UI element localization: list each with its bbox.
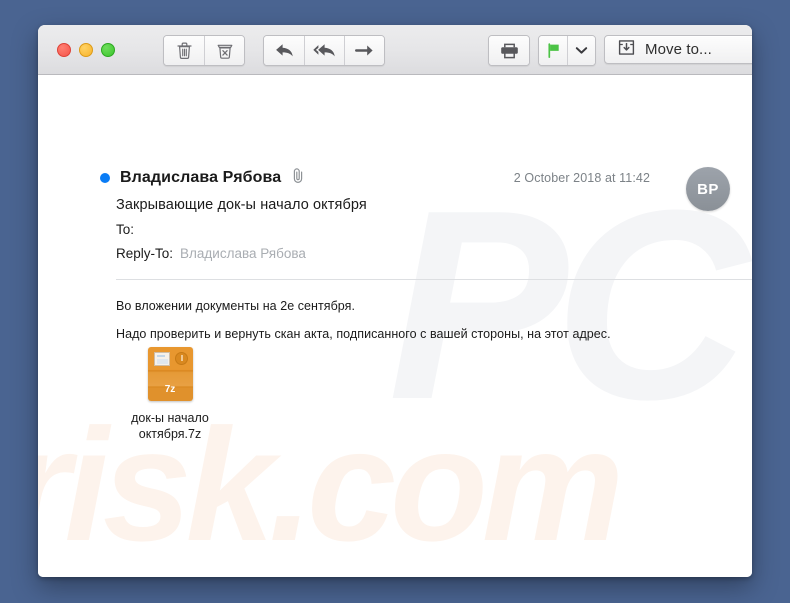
forward-arrow-icon	[354, 43, 375, 58]
window-toolbar: Move to...	[38, 25, 752, 75]
reply-to-label: Reply-To:	[116, 246, 174, 261]
reply-to-row: Reply-To: Владислава Рябова	[116, 246, 306, 261]
flag-button[interactable]	[539, 36, 567, 65]
flag-icon	[546, 42, 561, 59]
zoom-window-button[interactable]	[101, 43, 115, 57]
to-row: To:	[116, 222, 134, 237]
archive-document-glyph	[153, 352, 170, 366]
delete-button-group	[163, 35, 245, 66]
reply-button-group	[263, 35, 385, 66]
archive-7z-icon[interactable]: 7z	[147, 347, 193, 401]
flag-menu-button[interactable]	[567, 36, 595, 65]
trash-icon	[176, 41, 193, 60]
unread-status-dot[interactable]	[100, 173, 110, 183]
forward-button[interactable]	[344, 36, 384, 65]
attachment-item[interactable]: 7z док-ы начало октября.7z	[116, 347, 224, 442]
attachment-filename-line-1: док-ы начало	[131, 411, 209, 425]
archive-format-label: 7z	[164, 384, 176, 395]
traffic-lights	[57, 43, 115, 57]
attachment-filename-line-2: октября.7z	[138, 427, 202, 441]
sender-row: Владислава Рябова	[100, 167, 305, 189]
avatar: BP	[686, 167, 730, 211]
junk-icon	[216, 41, 234, 60]
close-window-button[interactable]	[57, 43, 71, 57]
junk-button[interactable]	[204, 36, 244, 65]
print-button-group	[488, 35, 530, 66]
mail-message-window: Move to... PC risk.com Владислава Рябова…	[38, 25, 752, 577]
minimize-window-button[interactable]	[79, 43, 93, 57]
attachment-filename: док-ы начало октября.7z	[116, 410, 224, 442]
sender-name: Владислава Рябова	[120, 169, 282, 186]
to-label: To:	[116, 222, 135, 237]
print-button[interactable]	[489, 36, 529, 65]
message-pane: PC risk.com Владислава Рябова 2 October …	[38, 75, 752, 577]
move-to-tray-icon	[617, 38, 636, 62]
delete-button[interactable]	[164, 36, 204, 65]
move-to-button[interactable]: Move to...	[604, 35, 752, 64]
paperclip-icon	[291, 167, 305, 189]
message-date: 2 October 2018 at 11:42	[513, 171, 650, 185]
move-to-label: Move to...	[645, 41, 712, 58]
flag-button-group	[538, 35, 596, 66]
reply-arrow-icon	[274, 42, 295, 59]
reply-all-arrow-icon	[312, 42, 338, 59]
reply-button[interactable]	[264, 36, 304, 65]
archive-seal-glyph	[174, 352, 188, 365]
printer-icon	[499, 42, 520, 60]
watermark-top: PC	[388, 155, 749, 456]
chevron-down-icon	[575, 46, 588, 55]
body-paragraph: Надо проверить и вернуть скан акта, подп…	[116, 327, 611, 341]
message-subject: Закрывающие док-ы начало октября	[116, 197, 367, 213]
reply-to-value: Владислава Рябова	[180, 246, 306, 261]
reply-all-button[interactable]	[304, 36, 344, 65]
desktop-background: Move to... PC risk.com Владислава Рябова…	[0, 0, 790, 603]
header-divider	[116, 279, 752, 280]
body-paragraph: Во вложении документы на 2е сентября.	[116, 299, 355, 313]
